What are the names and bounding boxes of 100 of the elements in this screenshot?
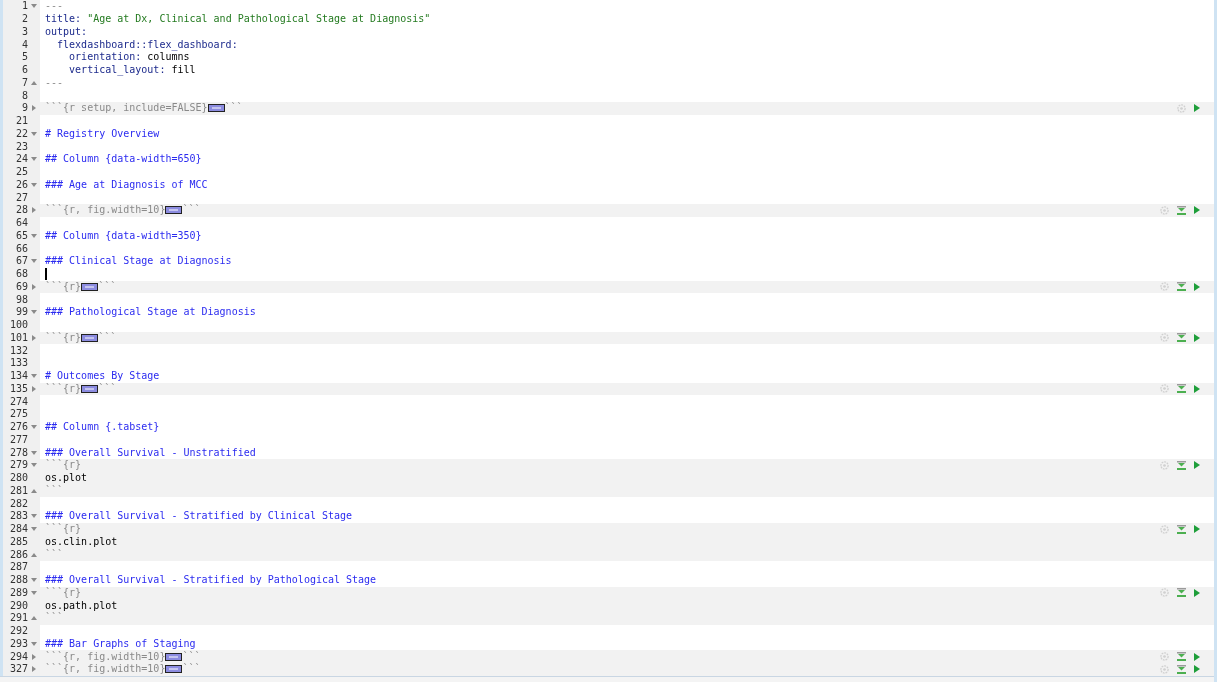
folded-code-icon[interactable] <box>165 206 183 215</box>
run-above-icon[interactable] <box>1177 652 1186 662</box>
folded-code-icon[interactable] <box>81 282 99 291</box>
expand-arrow-icon[interactable] <box>31 207 37 214</box>
run-above-icon[interactable] <box>1177 205 1186 215</box>
code-text: ```{r, fig.width=10} <box>45 650 166 663</box>
collapse-arrow-icon[interactable] <box>31 156 37 163</box>
code-text: ## Column {data-width=650} <box>45 153 202 166</box>
line-number: 285 <box>8 535 28 548</box>
line-number: 22 <box>14 127 28 140</box>
line-number: 290 <box>8 599 28 612</box>
run-icon[interactable] <box>1194 461 1200 470</box>
line-number: 279 <box>8 459 28 472</box>
code-text: ``` <box>98 280 117 293</box>
folded-code-icon[interactable] <box>165 652 183 661</box>
code-text: os.clin.plot <box>45 535 118 548</box>
line-number: 23 <box>14 140 28 153</box>
line-number: 132 <box>8 344 28 357</box>
expand-arrow-icon[interactable] <box>31 385 37 392</box>
line-number: 8 <box>20 89 28 102</box>
code-text: ```{r setup, include=FALSE} <box>45 102 208 115</box>
code-text: ``` <box>98 331 117 344</box>
line-number: 294 <box>8 650 28 663</box>
code-text: --- <box>45 0 64 13</box>
code-text: flexdashboard::flex_dashboard: <box>56 38 238 51</box>
line-number: 282 <box>8 497 28 510</box>
run-above-icon[interactable] <box>1177 333 1186 343</box>
line-number: 101 <box>8 331 28 344</box>
run-above-icon[interactable] <box>1177 282 1186 292</box>
code-text: ```{r, fig.width=10} <box>45 204 166 217</box>
folded-code-icon[interactable] <box>81 333 99 342</box>
line-number: 98 <box>14 293 28 306</box>
line-number: 274 <box>8 395 28 408</box>
code-text: ```{r} <box>45 382 82 395</box>
code-text: ```{r} <box>45 331 82 344</box>
line-number: 293 <box>8 637 28 650</box>
line-number: 291 <box>8 612 28 625</box>
line-number: 292 <box>8 625 28 638</box>
collapse-arrow-icon[interactable] <box>31 232 37 239</box>
line-number: 9 <box>20 102 28 115</box>
line-number: 287 <box>8 561 28 574</box>
collapse-arrow-icon[interactable] <box>31 79 37 86</box>
run-above-icon[interactable] <box>1177 588 1186 598</box>
code-text: ``` <box>182 650 201 663</box>
collapse-arrow-icon[interactable] <box>31 424 37 431</box>
run-above-icon[interactable] <box>1177 460 1186 470</box>
code-text: ``` <box>224 102 243 115</box>
line-number: 134 <box>8 370 28 383</box>
line-number: 288 <box>8 574 28 587</box>
expand-arrow-icon[interactable] <box>31 334 37 341</box>
line-number: 135 <box>8 382 28 395</box>
collapse-arrow-icon[interactable] <box>31 3 37 10</box>
code-text: vertical_layout: <box>68 64 166 77</box>
line-number: 69 <box>14 280 28 293</box>
folded-code-icon[interactable] <box>165 665 183 674</box>
code-text: ``` <box>45 484 64 497</box>
collapse-arrow-icon[interactable] <box>31 373 37 380</box>
code-text: ```{r} <box>45 280 82 293</box>
collapse-arrow-icon[interactable] <box>31 615 37 622</box>
code-text: "Age at Dx, Clinical and Pathological Stage at Diagnosis" <box>87 13 431 26</box>
line-number: 100 <box>8 319 28 332</box>
line-number: 289 <box>8 586 28 599</box>
folded-code-icon[interactable] <box>81 384 99 393</box>
expand-arrow-icon[interactable] <box>31 283 37 290</box>
run-icon[interactable] <box>1194 282 1200 291</box>
run-icon[interactable] <box>1194 104 1200 113</box>
line-number: 4 <box>20 38 28 51</box>
collapse-arrow-icon[interactable] <box>31 309 37 316</box>
code-text: os.path.plot <box>45 599 118 612</box>
run-above-icon[interactable] <box>1177 384 1186 394</box>
code-text: ``` <box>45 548 64 561</box>
line-number: 278 <box>8 446 28 459</box>
code-text: ### Age at Diagnosis of MCC <box>45 178 208 191</box>
line-number: 281 <box>8 484 28 497</box>
line-number: 286 <box>8 548 28 561</box>
collapse-arrow-icon[interactable] <box>31 181 37 188</box>
folded-code-icon[interactable] <box>207 104 225 113</box>
collapse-arrow-icon[interactable] <box>31 258 37 265</box>
line-number: 64 <box>14 217 28 230</box>
line-number: 67 <box>14 255 28 268</box>
run-icon[interactable] <box>1194 384 1200 393</box>
run-icon[interactable] <box>1194 206 1200 215</box>
run-icon[interactable] <box>1194 588 1200 597</box>
collapse-arrow-icon[interactable] <box>31 130 37 137</box>
code-text: title: <box>45 13 83 26</box>
expand-arrow-icon[interactable] <box>31 105 37 112</box>
collapse-arrow-icon[interactable] <box>31 487 37 494</box>
line-number: 66 <box>14 242 28 255</box>
collapse-arrow-icon[interactable] <box>31 640 37 647</box>
code-text: ```{r} <box>45 586 82 599</box>
collapse-arrow-icon[interactable] <box>31 551 37 558</box>
line-number: 24 <box>14 153 28 166</box>
code-text: ### Overall Survival - Stratified by Clinical Stage <box>45 510 353 523</box>
code-text: --- <box>45 76 64 89</box>
run-above-icon[interactable] <box>1177 664 1186 674</box>
code-text: ## Column {data-width=350} <box>45 229 202 242</box>
run-above-icon[interactable] <box>1177 524 1186 534</box>
run-icon[interactable] <box>1194 333 1200 342</box>
code-text: ``` <box>182 204 201 217</box>
run-icon[interactable] <box>1194 525 1200 534</box>
